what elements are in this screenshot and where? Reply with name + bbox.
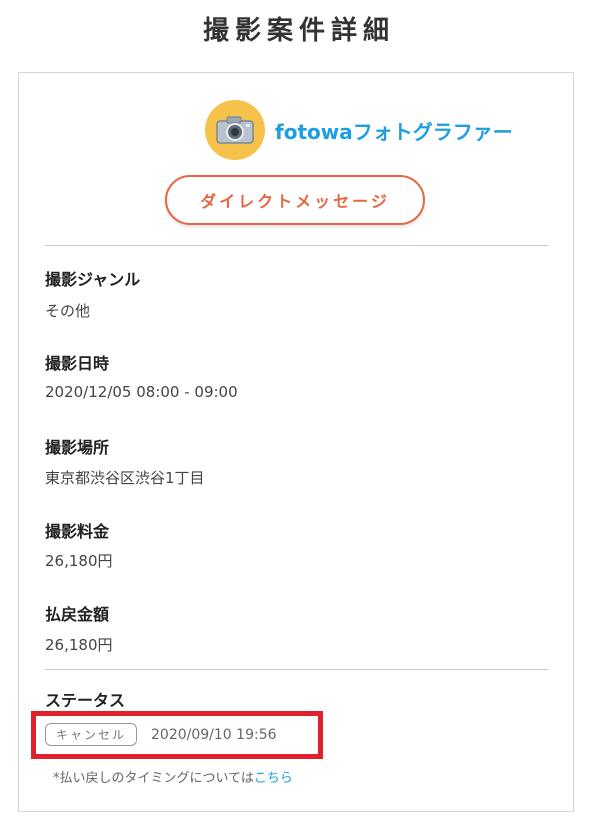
datetime-value: 2020/12/05 08:00 - 09:00 [45, 383, 238, 401]
divider-bottom [45, 669, 549, 670]
camera-icon [216, 116, 254, 144]
divider-top [45, 245, 549, 246]
direct-message-button[interactable]: ダイレクトメッセージ [165, 175, 425, 225]
refund-note: *払い戻しのタイミングについてはこちら [53, 767, 293, 786]
refund-amount-value: 26,180円 [45, 636, 113, 654]
status-highlight-box [31, 711, 323, 759]
refund-amount-label: 払戻金額 [45, 605, 110, 624]
genre-value: その他 [45, 302, 91, 320]
photographer-name[interactable]: fotowaフォトグラファー [275, 116, 513, 145]
avatar[interactable] [205, 100, 265, 160]
datetime-label: 撮影日時 [45, 354, 110, 373]
fee-label: 撮影料金 [45, 522, 110, 541]
status-label: ステータス [45, 691, 126, 710]
case-detail-card: fotowaフォトグラファー ダイレクトメッセージ 撮影ジャンル その他 撮影日… [18, 72, 574, 812]
fee-value: 26,180円 [45, 552, 113, 570]
refund-timing-link[interactable]: こちら [254, 771, 293, 786]
location-label: 撮影場所 [45, 438, 110, 457]
photographer-profile[interactable]: fotowaフォトグラファー [205, 99, 513, 161]
location-value: 東京都渋谷区渋谷1丁目 [45, 469, 205, 487]
genre-label: 撮影ジャンル [45, 270, 141, 289]
page-title: 撮影案件詳細 [202, 16, 395, 46]
refund-note-text: *払い戻しのタイミングについては [53, 771, 254, 786]
